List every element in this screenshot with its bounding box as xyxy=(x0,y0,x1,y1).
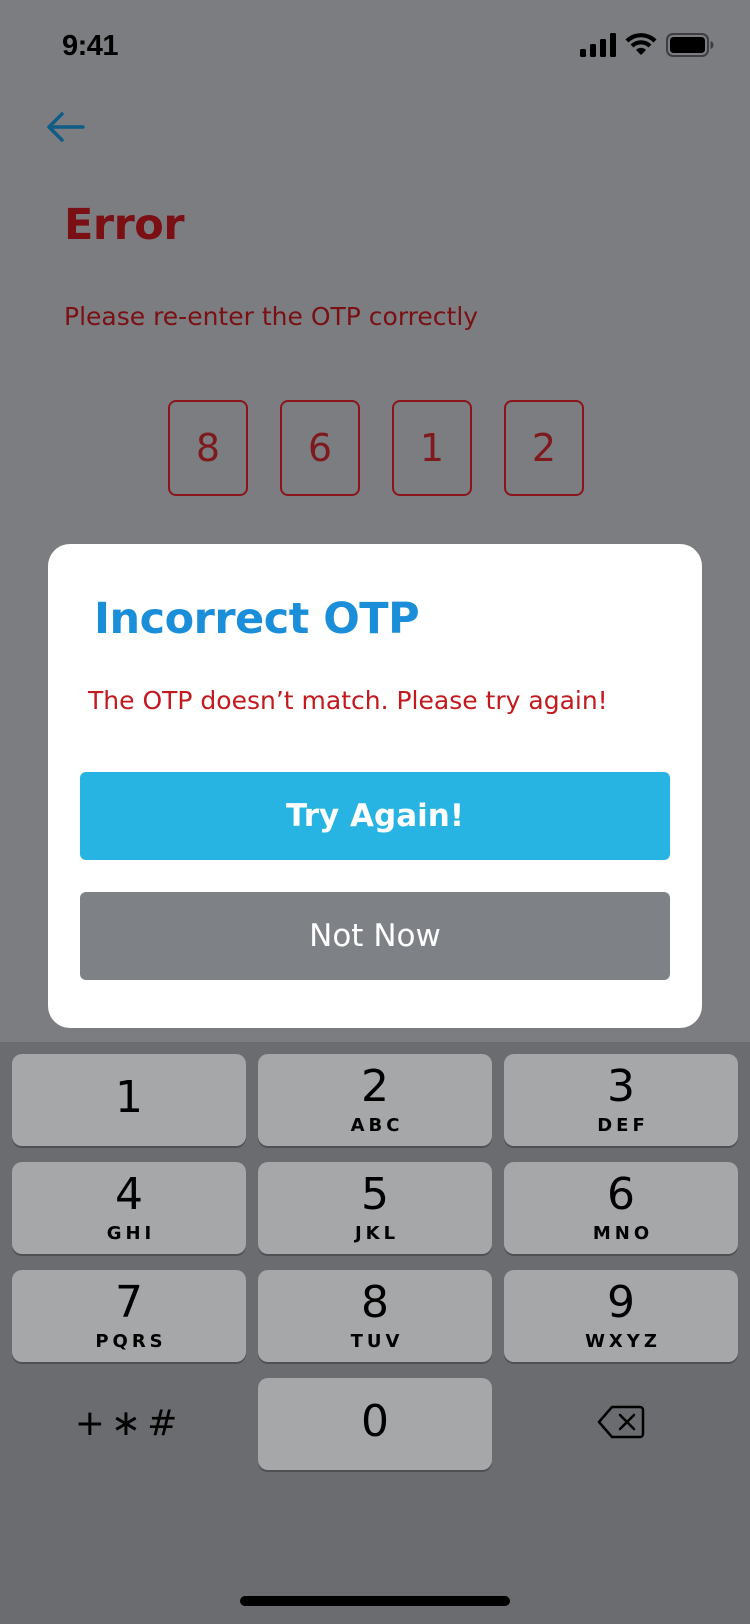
otp-digit-3[interactable]: 1 xyxy=(392,400,472,496)
key-7-number: 7 xyxy=(115,1276,143,1328)
key-6-letters: MNO xyxy=(592,1222,654,1244)
key-8-number: 8 xyxy=(361,1276,389,1328)
incorrect-otp-dialog: Incorrect OTP The OTP doesn’t match. Ple… xyxy=(48,544,702,1028)
key-5[interactable]: 5 JKL xyxy=(258,1162,492,1254)
dialog-message: The OTP doesn’t match. Please try again! xyxy=(88,686,608,715)
status-bar: 9:41 xyxy=(0,0,750,96)
back-button[interactable] xyxy=(40,104,90,154)
key-9-letters: WXYZ xyxy=(585,1330,661,1352)
otp-digit-1[interactable]: 8 xyxy=(168,400,248,496)
page-title: Error xyxy=(64,200,185,250)
signal-icon xyxy=(580,33,616,61)
home-indicator xyxy=(240,1596,510,1606)
otp-digit-4[interactable]: 2 xyxy=(504,400,584,496)
key-4-number: 4 xyxy=(115,1168,143,1220)
key-4-letters: GHI xyxy=(106,1222,156,1244)
otp-digit-2[interactable]: 6 xyxy=(280,400,360,496)
key-1-number: 1 xyxy=(115,1072,143,1123)
battery-icon xyxy=(666,33,714,61)
key-8-letters: TUV xyxy=(350,1330,404,1352)
status-icons xyxy=(580,33,714,61)
numeric-keypad: 1 2 ABC 3 DEF 4 GHI 5 JKL 6 MNO 7 PQRS 8… xyxy=(0,1042,750,1624)
key-5-number: 5 xyxy=(361,1168,389,1220)
key-7[interactable]: 7 PQRS xyxy=(12,1270,246,1362)
key-2-number: 2 xyxy=(361,1060,389,1112)
key-7-letters: PQRS xyxy=(95,1330,167,1352)
otp-input-group: 8 6 1 2 xyxy=(168,400,584,496)
key-symbols[interactable]: +∗# xyxy=(12,1378,246,1470)
key-6-number: 6 xyxy=(607,1168,635,1220)
backspace-icon xyxy=(597,1404,645,1444)
key-8[interactable]: 8 TUV xyxy=(258,1270,492,1362)
key-0-number: 0 xyxy=(361,1396,389,1447)
key-9[interactable]: 9 WXYZ xyxy=(504,1270,738,1362)
key-3-letters: DEF xyxy=(597,1114,649,1136)
status-time: 9:41 xyxy=(62,30,119,62)
try-again-button[interactable]: Try Again! xyxy=(80,772,670,860)
wifi-icon xyxy=(625,33,657,61)
key-1[interactable]: 1 xyxy=(12,1054,246,1146)
key-4[interactable]: 4 GHI xyxy=(12,1162,246,1254)
key-3[interactable]: 3 DEF xyxy=(504,1054,738,1146)
key-2[interactable]: 2 ABC xyxy=(258,1054,492,1146)
key-3-number: 3 xyxy=(607,1060,635,1112)
key-symbols-label: +∗# xyxy=(74,1403,184,1444)
delete-key[interactable] xyxy=(504,1378,738,1470)
arrow-left-icon xyxy=(45,111,85,147)
key-6[interactable]: 6 MNO xyxy=(504,1162,738,1254)
page-subtitle: Please re-enter the OTP correctly xyxy=(64,302,479,331)
key-2-letters: ABC xyxy=(350,1114,404,1136)
key-0[interactable]: 0 xyxy=(258,1378,492,1470)
dialog-title: Incorrect OTP xyxy=(94,594,420,644)
key-5-letters: JKL xyxy=(354,1222,400,1244)
key-9-number: 9 xyxy=(607,1276,635,1328)
not-now-button[interactable]: Not Now xyxy=(80,892,670,980)
